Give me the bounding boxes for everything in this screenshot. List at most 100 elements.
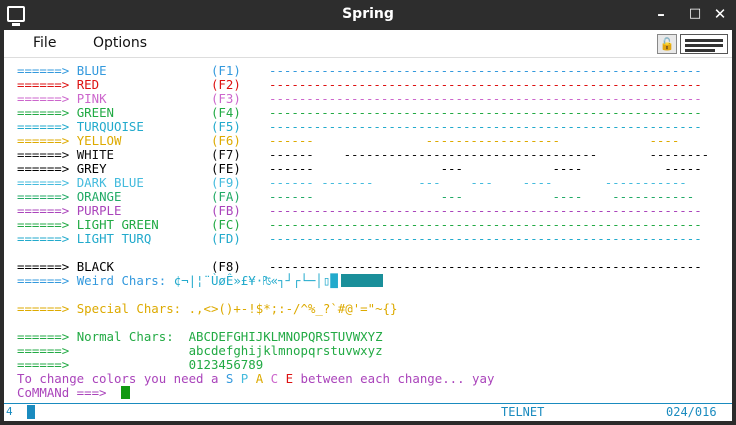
space-letter: C [270,371,286,386]
space-letter: E [285,371,301,386]
row-dashes: ----------------------------------------… [269,259,702,274]
weird-block [354,274,383,287]
row-arrow: ======> [17,301,77,316]
menu-options[interactable]: Options [93,35,147,51]
row-function-key: (F7) [210,147,241,162]
title-bar[interactable]: Spring – □ ✕ [0,0,736,30]
close-button[interactable]: ✕ [711,5,729,23]
color-row: ======> TURQUOISE (F5) [17,120,241,134]
color-row: ======> GREEN (F4) [17,106,241,120]
row-color-name: WHITE [76,147,211,162]
keyboard-icon[interactable] [680,34,728,54]
row-dashes: ----------------------------------------… [269,217,702,232]
row-function-key: (F5) [210,119,241,134]
normal-chars-line: ======> 0123456789 [17,358,263,372]
row-color-name: GREEN [76,105,211,120]
row-arrow: ======> [17,343,77,358]
weird-chars: ¢¬|¦¨ÙøÊ»£¥·₧«┐┘┌└─│▯█ [173,273,338,288]
row-arrow: ======> [17,77,77,92]
row-function-key: (FD) [210,231,241,246]
space-letter: A [255,371,271,386]
row-arrow: ======> [17,259,77,274]
weird-chars-line: ======> Weird Chars: ¢¬|¦¨ÙøÊ»£¥·₧«┐┘┌└─… [17,274,383,288]
row-dashes: ------ ------------------ ---- [269,133,680,148]
row-dashes: ----------------------------------------… [269,119,702,134]
space-letter: P [240,371,256,386]
row-arrow: ======> [17,105,77,120]
row-color-name: BLACK [76,259,211,274]
row-color-name: ORANGE [76,189,211,204]
row-function-key: (FE) [210,161,241,176]
row-color-name: BLUE [76,63,211,78]
row-arrow: ======> [17,147,77,162]
row-color-name: LIGHT GREEN [76,217,211,232]
menu-file[interactable]: File [33,35,56,51]
row-color-name: PURPLE [76,203,211,218]
normal-chars-line: ======> abcdefghijklmnopqrstuvwxyz [17,344,383,358]
menu-bar: File Options 🔓 [4,30,732,58]
row-function-key: (F9) [210,175,241,190]
weird-label: Weird Chars: [76,273,174,288]
row-arrow: ======> [17,175,77,190]
lock-icon[interactable]: 🔓 [657,34,677,54]
color-row: ======> PURPLE (FB) [17,204,241,218]
color-row: ======> ORANGE (FA) [17,190,241,204]
window-title: Spring [342,6,394,22]
color-row: ======> BLUE (F1) [17,64,241,78]
row-dashes: ------ ------- --- --- ---- ----------- [269,175,687,190]
special-chars-line: ======> Special Chars: .,<>()+-!$*;:-/^%… [17,302,397,316]
row-arrow: ======> [17,189,77,204]
status-indicator: 4 [6,405,13,418]
row-dashes: ----------------------------------------… [269,105,702,120]
color-row: ======> GREY (FE) [17,162,241,176]
color-row-black: ======> BLACK (F8) [17,260,241,274]
row-arrow: ======> [17,203,77,218]
minimize-button[interactable]: – [652,5,670,23]
lowercase-chars: abcdefghijklmnopqrstuvwxyz [188,343,383,358]
row-function-key: (F4) [210,105,241,120]
row-color-name: DARK BLUE [76,175,211,190]
row-function-key: (FB) [210,203,241,218]
row-arrow: ======> [17,119,77,134]
uppercase-chars: ABCDEFGHIJKLMNOPQRSTUVWXYZ [188,329,383,344]
row-function-key: (F6) [210,133,241,148]
app-window: Spring – □ ✕ File Options 🔓 ======> BLUE… [0,0,736,425]
weird-block [340,274,355,287]
row-dashes: ------ --- ---- ----------- [269,189,695,204]
status-block [27,405,35,419]
row-color-name: YELLOW [76,133,211,148]
row-dashes: ----------------------------------------… [269,63,702,78]
terminal-cursor [121,386,131,399]
row-arrow: ======> [17,329,77,344]
hint-suffix: between each change... yay [300,371,495,386]
row-function-key: (F3) [210,91,241,106]
color-row: ======> LIGHT GREEN (FC) [17,218,241,232]
row-function-key: (F8) [210,259,241,274]
row-dashes: ----------------------------------------… [269,231,702,246]
row-arrow: ======> [17,133,77,148]
hint-line: To change colors you need a S P A C E be… [17,372,494,386]
connection-type: TELNET [501,405,545,419]
digit-chars: 0123456789 [188,357,264,372]
color-row: ======> YELLOW (F6) [17,134,241,148]
row-color-name: PINK [76,91,211,106]
row-function-key: (F2) [210,77,241,92]
row-arrow: ======> [17,161,77,176]
row-arrow: ======> [17,273,77,288]
command-prompt: CoMMANd ===> [17,385,122,400]
terminal-screen[interactable]: ======> BLUE (F1) -----------------------… [4,58,732,403]
row-function-key: (FC) [210,217,241,232]
normal-chars-line: ======> Normal Chars: ABCDEFGHIJKLMNOPQR… [17,330,383,344]
row-function-key: (F1) [210,63,241,78]
color-row: ======> PINK (F3) [17,92,241,106]
status-bar: 4 TELNET 024/016 [4,403,732,421]
command-line: CoMMANd ===> [17,385,131,400]
space-letter: S [225,371,241,386]
maximize-button[interactable]: □ [686,5,704,23]
row-color-name: GREY [76,161,211,176]
row-function-key: (FA) [210,189,241,204]
cursor-position: 024/016 [666,405,717,419]
special-chars: .,<>()+-!$*;:-/^%_?`#@'="~{} [188,301,398,316]
